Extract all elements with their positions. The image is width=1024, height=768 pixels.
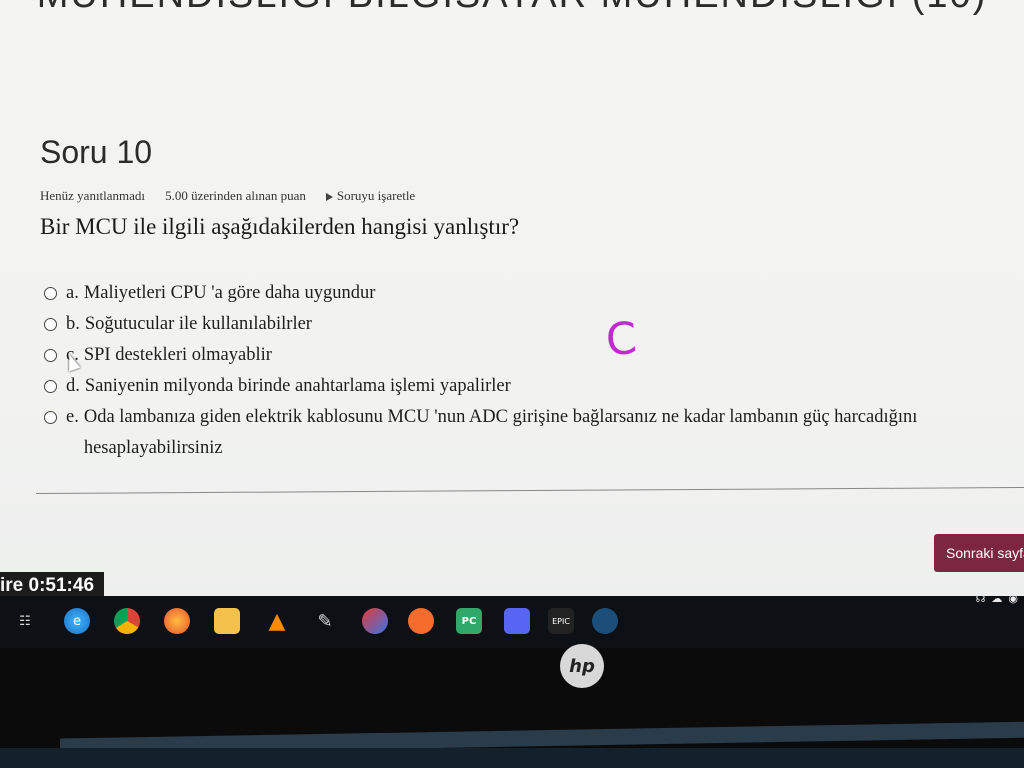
question-text: Bir MCU ile ilgili aşağıdakilerden hangi… (40, 214, 520, 239)
file-explorer-icon[interactable] (214, 608, 240, 634)
vlc-icon[interactable]: ▲ (264, 608, 290, 634)
answer-options: a. Maliyetleri CPU 'a göre daha uygundur… (44, 282, 1004, 472)
option-a-radio[interactable] (44, 287, 57, 300)
handwritten-annotation: C (604, 312, 639, 367)
option-d[interactable]: d. Saniyenin milyonda birinde anahtarlam… (44, 375, 1004, 398)
chrome-icon[interactable] (114, 608, 140, 634)
edge-icon[interactable]: e (64, 608, 90, 634)
option-b-radio[interactable] (44, 318, 57, 331)
option-c-radio[interactable] (44, 349, 57, 362)
windows-taskbar: ☷ e ▲ ✎ PC EPIC ☊ ☁ ◉ (0, 593, 1024, 648)
question-info: Henüz yanıtlanmadı 5.00 üzerinden alınan… (40, 188, 415, 204)
keyboard-strip (0, 748, 1024, 768)
option-d-radio[interactable] (44, 380, 57, 393)
task-view-icon[interactable]: ☷ (12, 608, 38, 634)
option-c[interactable]: c. SPI destekleri olmayablir (44, 344, 1004, 367)
question-status: Henüz yanıtlanmadı (40, 188, 146, 203)
discord-icon[interactable] (504, 608, 530, 634)
option-d-text: Saniyenin milyonda birinde anahtarlama i… (84, 376, 511, 396)
option-b-letter: b. (66, 314, 80, 334)
hp-logo: hp (560, 644, 604, 688)
option-e[interactable]: e. Oda lambanıza giden elektrik kablosun… (44, 406, 1004, 464)
course-title-banner: MÜHENDİSLİĞİ BİLGİSAYAR MÜHENDİSLİĞİ (10… (0, 0, 1024, 17)
next-page-button[interactable]: Sonraki sayfa (934, 534, 1024, 572)
flag-icon (325, 193, 333, 201)
option-b[interactable]: b. Soğutucular ile kullanılabilrler (44, 313, 1004, 336)
headset-icon[interactable]: ☊ (976, 592, 986, 605)
option-e-letter: e. (66, 407, 79, 427)
timer-label: ire (0, 575, 24, 596)
option-d-letter: d. (66, 376, 80, 396)
flag-question-link[interactable]: Soruyu işaretle (325, 188, 416, 204)
question-title: Soru 10 (40, 134, 153, 170)
firefox-icon[interactable] (164, 608, 190, 634)
option-e-radio[interactable] (44, 411, 57, 424)
pycharm-icon[interactable]: PC (456, 608, 482, 634)
network-icon[interactable]: ◉ (1008, 592, 1018, 605)
cloud-icon[interactable]: ☁ (991, 592, 1002, 605)
option-a-text: Maliyetleri CPU 'a göre daha uygundur (83, 283, 376, 303)
option-a-letter: a. (66, 283, 79, 303)
option-e-text: Oda lambanıza giden elektrik kablosunu M… (83, 407, 918, 458)
steam-icon[interactable] (592, 608, 618, 634)
epic-games-icon[interactable]: EPIC (548, 608, 574, 634)
flag-question-label: Soruyu işaretle (336, 188, 416, 203)
timer-value: 0:51:46 (28, 575, 95, 596)
question-points: 5.00 üzerinden alınan puan (165, 188, 306, 203)
origin-icon[interactable] (408, 608, 434, 634)
app-icon[interactable]: ✎ (312, 608, 338, 634)
ccleaner-icon[interactable] (362, 608, 388, 634)
option-b-text: Soğutucular ile kullanılabilrler (84, 314, 312, 334)
browser-viewport: MÜHENDİSLİĞİ BİLGİSAYAR MÜHENDİSLİĞİ (10… (0, 0, 1024, 648)
option-c-text: SPI destekleri olmayablir (83, 345, 272, 365)
section-divider (36, 486, 1024, 495)
system-tray: ☊ ☁ ◉ (976, 592, 1018, 605)
option-a[interactable]: a. Maliyetleri CPU 'a göre daha uygundur (44, 282, 1004, 305)
